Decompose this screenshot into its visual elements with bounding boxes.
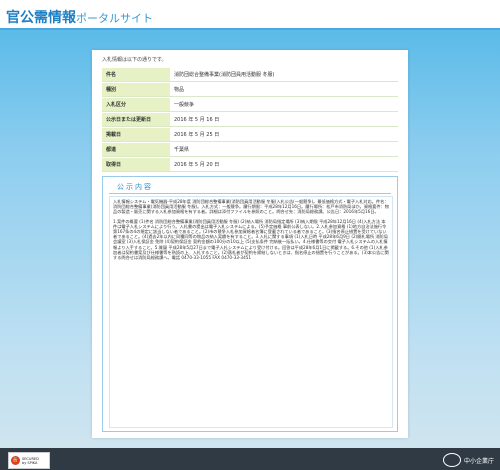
row-value: 消防団総合整備事業(消防団員用活動服 冬服) bbox=[170, 68, 398, 82]
site-title-main: 官公需情報 bbox=[6, 10, 76, 26]
table-row: 都道 千葉県 bbox=[102, 143, 398, 157]
lock-icon: 🔒 bbox=[11, 456, 20, 465]
row-label: 種別 bbox=[102, 83, 170, 97]
notice-text: 入札情報は以下の通りです。 bbox=[102, 57, 167, 63]
site-header: 官公需情報ポータルサイト bbox=[0, 0, 500, 30]
agency-emblem-icon bbox=[442, 453, 461, 467]
row-label: 都道 bbox=[102, 143, 170, 157]
row-label: 入札区分 bbox=[102, 98, 170, 112]
row-value: 2016 年 5 月 20 日 bbox=[170, 158, 398, 172]
table-row: 入札区分 一般競争 bbox=[102, 98, 398, 112]
table-row: 件名 消防団総合整備事業(消防団員用活動服 冬服) bbox=[102, 68, 398, 82]
row-label: 取得日 bbox=[102, 158, 170, 172]
content-text-area[interactable]: 入札情報システム・電気機器-平成28年度 消防団総合整備事業(消防団員用活動服 … bbox=[109, 196, 393, 428]
row-label: 掲載日 bbox=[102, 128, 170, 142]
table-row: 掲載日 2016 年 5 月 25 日 bbox=[102, 128, 398, 142]
content-paragraph: 1.案件の概要 (1)件名 消防団総合整備事業(消防団員用活動服 冬服) (2)… bbox=[113, 218, 389, 261]
security-badge[interactable]: 🔒 SECURED by SPIKA bbox=[8, 452, 50, 469]
agency-name: 中小企業庁 bbox=[463, 457, 494, 465]
content-divider bbox=[109, 193, 391, 194]
site-footer bbox=[0, 448, 500, 470]
badge-line2: by SPIKA bbox=[22, 460, 38, 465]
row-value: 千葉県 bbox=[170, 143, 398, 157]
agency-logo[interactable]: 中小企業庁 bbox=[442, 453, 494, 467]
site-title[interactable]: 官公需情報ポータルサイト bbox=[6, 7, 153, 27]
tender-info-table: 件名 消防団総合整備事業(消防団員用活動服 冬服) 種別 物品 入札区分 一般競… bbox=[102, 67, 398, 173]
table-row: 公示日または更新日 2016 年 5 月 16 日 bbox=[102, 113, 398, 127]
tender-detail-panel: 入札情報は以下の通りです。 件名 消防団総合整備事業(消防団員用活動服 冬服) … bbox=[92, 50, 408, 438]
announcement-content-box: 公示内容 入札情報システム・電気機器-平成28年度 消防団総合整備事業(消防団員… bbox=[102, 176, 398, 432]
content-paragraph: 入札情報システム・電気機器-平成28年度 消防団総合整備事業(消防団員用活動服 … bbox=[113, 199, 389, 215]
badge-line1: SECURED bbox=[22, 456, 39, 461]
row-value: 一般競争 bbox=[170, 98, 398, 112]
row-value: 2016 年 5 月 16 日 bbox=[170, 113, 398, 127]
row-value: 2016 年 5 月 25 日 bbox=[170, 128, 398, 142]
row-value: 物品 bbox=[170, 83, 398, 97]
content-title: 公示内容 bbox=[117, 183, 153, 191]
site-title-sub: ポータルサイト bbox=[76, 12, 153, 25]
row-label: 件名 bbox=[102, 68, 170, 82]
row-label: 公示日または更新日 bbox=[102, 113, 170, 127]
table-row: 種別 物品 bbox=[102, 83, 398, 97]
table-row: 取得日 2016 年 5 月 20 日 bbox=[102, 158, 398, 172]
